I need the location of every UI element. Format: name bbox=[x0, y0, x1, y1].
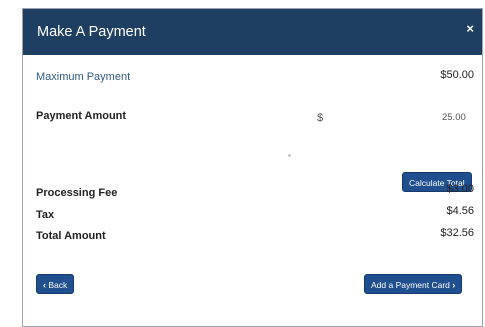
modal-title: Make A Payment bbox=[37, 24, 146, 40]
back-button[interactable]: ‹ Back bbox=[36, 274, 75, 294]
currency-symbol: $ bbox=[317, 112, 324, 124]
modal-header: Make A Payment × bbox=[23, 9, 482, 55]
payment-amount-input[interactable]: 25.00 bbox=[442, 112, 466, 123]
total-amount-label: Total Amount bbox=[36, 230, 106, 242]
add-payment-card-button[interactable]: Add a Payment Card › bbox=[364, 274, 463, 294]
back-button-label: Back bbox=[48, 280, 68, 290]
chevron-right-icon: › bbox=[452, 280, 456, 290]
close-icon[interactable]: × bbox=[466, 21, 474, 36]
max-payment-label: Maximum Payment bbox=[36, 71, 131, 83]
payment-amount-label: Payment Amount bbox=[36, 110, 127, 122]
processing-fee-value: $3.00 bbox=[446, 183, 474, 195]
chevron-left-icon: ‹ bbox=[43, 280, 46, 290]
max-payment-value: $50.00 bbox=[440, 69, 474, 81]
payment-modal: Make A Payment × Maximum Payment $50.00 … bbox=[22, 8, 483, 327]
processing-fee-label: Processing Fee bbox=[36, 187, 118, 199]
total-amount-value: $32.56 bbox=[440, 227, 474, 239]
tax-label: Tax bbox=[36, 209, 55, 221]
add-payment-card-label: Add a Payment Card bbox=[371, 280, 450, 290]
divider-dot bbox=[288, 154, 291, 157]
tax-value: $4.56 bbox=[446, 205, 474, 217]
